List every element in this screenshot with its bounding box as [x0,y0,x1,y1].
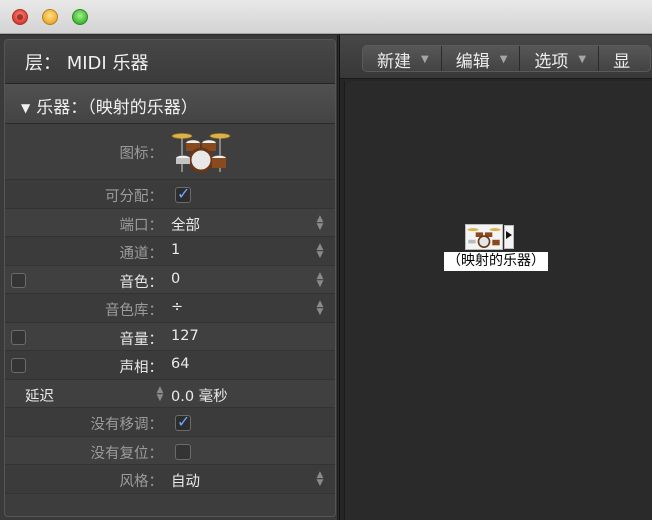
stepper-icon[interactable]: ▲ ▼ [155,385,165,402]
instrument-section-header[interactable]: ▼ 乐器：（映射的乐器） [5,84,335,124]
chevron-down-icon: ▼ [421,54,429,65]
disclosure-triangle-icon[interactable]: ▼ [21,101,30,115]
delay-value[interactable]: 0.0 毫秒 [171,385,228,406]
layer-title: 层： MIDI 乐器 [5,40,335,84]
edit-menu-button[interactable]: 编辑 ▼ [442,46,521,71]
assignable-checkbox[interactable] [175,184,191,203]
no-reset-label: 没有复位： [90,445,164,462]
bank-row: 音色库： ÷ ▲ ▼ [5,294,335,323]
no-transpose-row: 没有移调： [5,408,335,437]
pan-value[interactable]: 64 [171,356,189,372]
bank-label: 音色库： [105,303,163,319]
channel-label: 通道： [119,246,164,262]
icon-label: 图标： [119,146,164,162]
output-port[interactable] [504,225,514,249]
view-menu-button[interactable]: 显 [599,46,650,71]
drum-kit-icon[interactable] [171,128,231,174]
mapped-instrument-icon-box[interactable] [465,224,503,250]
stepper-icon[interactable]: ▲ ▼ [315,471,325,488]
style-label: 风格： [119,474,164,490]
edit-menu-label: 编辑 [455,52,490,72]
stepper-icon[interactable]: ▲ ▼ [315,300,325,317]
no-transpose-checkbox[interactable] [175,412,191,431]
icon-row: 图标： [5,124,335,180]
volume-checkbox[interactable] [11,329,26,345]
options-menu-button[interactable]: 选项 ▼ [520,46,600,72]
new-menu-button[interactable]: 新建 ▼ [363,46,442,71]
inspector-panel: 层： MIDI 乐器 ▼ 乐器：（映射的乐器） 图标： 可分配： ✓ 端口： 全… [0,35,338,520]
channel-row: 通道： 1 ▲ ▼ [5,237,335,266]
stepper-icon[interactable]: ▲ ▼ [315,214,325,231]
options-menu-label: 选项 [534,52,569,72]
volume-label: 音量： [119,331,164,348]
environment-area: 新建 ▼ 编辑 ▼ 选项 ▼ 显 （映射的乐器） [339,35,652,520]
chevron-down-icon: ▼ [499,54,508,65]
parameter-list: 图标： 可分配： ✓ 端口： 全部 ▲ ▼ 通道： 1 ▲ ▼ 音色： 0 ▲ … [5,124,335,494]
assignable-row: 可分配： [5,180,335,209]
program-checkbox[interactable] [11,272,26,288]
style-value[interactable]: 自动 [171,470,200,491]
drum-kit-icon [467,228,501,248]
stepper-icon[interactable]: ▲ ▼ [315,271,325,288]
view-menu-label: 显 [613,52,631,72]
bank-value[interactable]: ÷ [171,299,183,315]
port-label: 端口： [119,217,164,234]
close-icon [17,14,23,20]
close-button[interactable] [12,9,28,25]
volume-value[interactable]: 127 [171,328,199,344]
environment-toolbar: 新建 ▼ 编辑 ▼ 选项 ▼ 显 [340,35,652,79]
mapped-instrument-label[interactable]: （映射的乐器） [444,252,548,271]
assignable-label: 可分配： [105,189,163,205]
volume-row: 音量： 127 [5,322,335,351]
pan-row: 声相： 64 [5,351,335,380]
no-reset-checkbox[interactable] [175,443,191,460]
new-menu-label: 新建 [377,52,411,72]
delay-row: 延迟 ▲ ▼ 0.0 毫秒 [5,379,335,408]
environment-workspace[interactable]: （映射的乐器） [344,81,652,520]
window-title-bar [0,0,652,34]
stepper-icon[interactable]: ▲ ▼ [315,243,325,260]
chevron-down-icon: ▼ [578,54,587,65]
zoom-button[interactable] [72,9,88,25]
pan-checkbox[interactable] [11,358,26,373]
no-reset-row: 没有复位： [5,436,335,465]
program-value[interactable]: 0 [171,271,180,287]
no-transpose-label: 没有移调： [90,417,164,433]
section-title: 乐器：（映射的乐器） [36,98,198,118]
program-label: 音色： [119,274,164,291]
program-row: 音色： 0 ▲ ▼ [5,265,335,294]
menu-button-group: 新建 ▼ 编辑 ▼ 选项 ▼ 显 [362,45,652,72]
inspector-frame: 层： MIDI 乐器 ▼ 乐器：（映射的乐器） 图标： 可分配： ✓ 端口： 全… [4,39,336,517]
channel-value[interactable]: 1 [171,242,180,258]
port-row: 端口： 全部 ▲ ▼ [5,208,335,237]
style-row: 风格： 自动 ▲ ▼ [5,465,335,494]
mapped-instrument-object[interactable] [465,224,515,250]
pan-label: 声相： [119,360,164,376]
minimize-button[interactable] [42,9,58,25]
port-value[interactable]: 全部 [171,214,200,235]
delay-label[interactable]: 延迟 [25,385,54,406]
